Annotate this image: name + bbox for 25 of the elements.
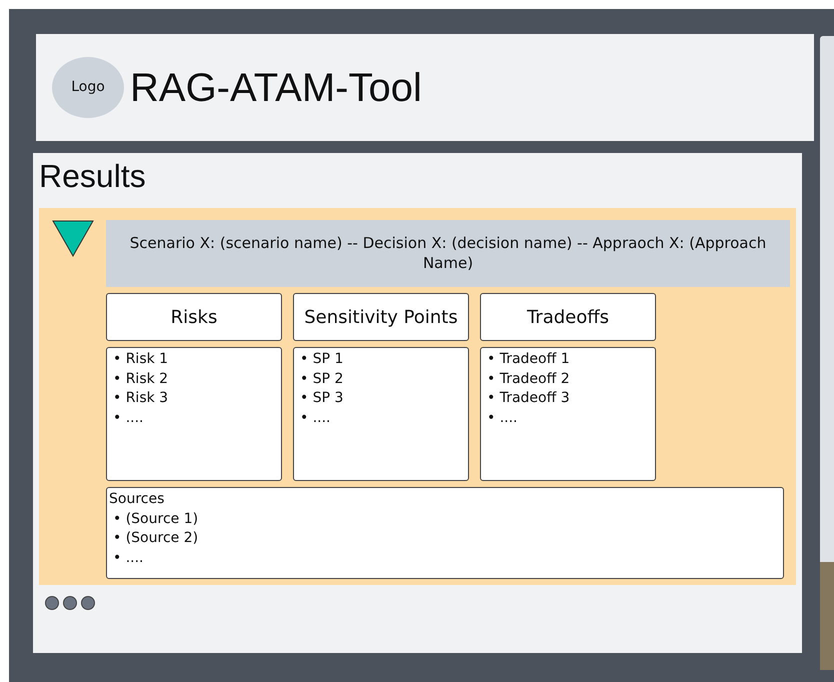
- sources-heading: Sources: [109, 490, 166, 509]
- list-item: • Risk 2: [113, 370, 170, 388]
- list-item: • Risk 3: [113, 389, 170, 408]
- logo: Logo: [52, 57, 124, 118]
- list-item: • ....: [487, 408, 519, 428]
- results-heading: Results: [39, 157, 147, 195]
- column-heading: Sensitivity Points: [293, 293, 469, 341]
- list-item: • (Source 1): [113, 510, 200, 528]
- column-heading: Tradeoffs: [480, 293, 656, 341]
- list-item: • SP 2: [300, 370, 344, 388]
- list-item: • ....: [113, 548, 145, 568]
- app-title: RAG-ATAM-Tool: [130, 68, 422, 108]
- more-icon[interactable]: [45, 595, 97, 611]
- list-item: • SP 3: [300, 389, 344, 408]
- list-item: • Tradeoff 3: [487, 389, 571, 408]
- list-item: • (Source 2): [113, 529, 200, 548]
- list-item: • SP 1: [300, 350, 344, 369]
- list-item: • ....: [113, 408, 145, 428]
- scenario-summary: Scenario X: (scenario name) -- Decision X: (decision name) -- Appraoch X: (Approach Name): [106, 220, 790, 287]
- list-item: • Tradeoff 2: [487, 370, 571, 388]
- list-item: • Risk 1: [113, 350, 170, 369]
- list-item: • Tradeoff 1: [487, 350, 571, 369]
- list-item: • ....: [300, 408, 332, 428]
- column-heading: Risks: [106, 293, 282, 341]
- collapse-toggle-icon[interactable]: [52, 220, 94, 257]
